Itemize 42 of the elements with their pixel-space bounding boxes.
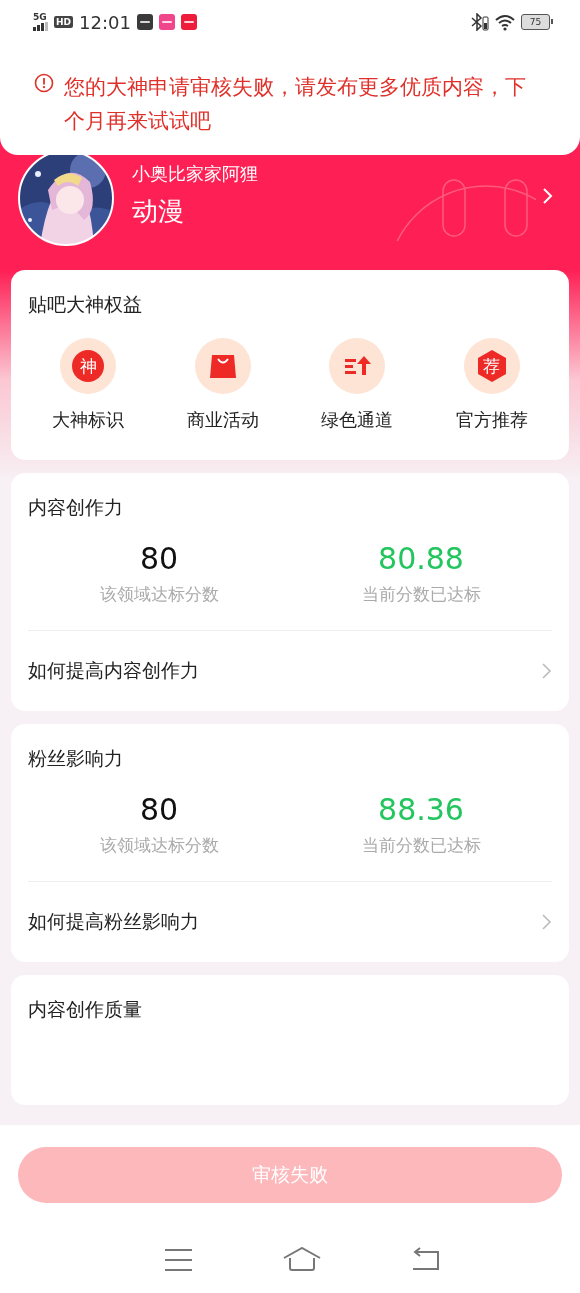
chevron-icon	[541, 662, 552, 680]
benefit-label[interactable]: 绿色通道	[321, 408, 394, 432]
icon-glyph: 荐	[482, 355, 502, 377]
warning-icon	[34, 73, 54, 93]
alert-message: 您的大神申请审核失败，请发布更多优质内容，下个月再来试试吧	[64, 74, 527, 135]
score-label: 当前分数已达标	[361, 834, 481, 857]
benefit-label[interactable]: 大神标识	[52, 408, 124, 432]
score-label: 当前分数已达标	[361, 583, 481, 606]
chevron-icon[interactable]	[542, 187, 553, 205]
category-label: 动漫	[132, 195, 185, 228]
benefit-label[interactable]: 商业活动	[186, 408, 259, 432]
score-value: 80	[139, 792, 179, 828]
app-icon	[158, 14, 175, 30]
clock-time: 12:01	[79, 11, 131, 33]
score-value: 88.36	[378, 792, 464, 828]
user-name: 小奥比家家阿狸	[132, 162, 259, 186]
card-title: 贴吧大神权益	[28, 292, 143, 316]
help-link[interactable]: 如何提高粉丝影响力	[28, 882, 552, 962]
bluetooth-icon	[471, 13, 489, 31]
battery-level: 75	[529, 17, 542, 27]
app-icon	[136, 14, 153, 30]
card-title: 粉丝影响力	[28, 746, 124, 770]
home-icon[interactable]	[283, 1247, 321, 1271]
score-label: 该领域达标分数	[99, 834, 219, 857]
seal-icon[interactable]: 神	[60, 338, 116, 394]
card-title: 内容创作力	[28, 495, 124, 519]
icon-glyph: 神	[78, 355, 98, 377]
hd-badge: HD	[54, 16, 73, 28]
signal-icon	[33, 22, 48, 31]
score-value: 80	[139, 541, 179, 577]
network-label: 5G	[33, 13, 48, 22]
chevron-icon	[541, 913, 552, 931]
back-icon[interactable]	[411, 1247, 439, 1271]
card-title: 内容创作质量	[28, 997, 143, 1021]
score-label: 该领域达标分数	[99, 583, 219, 606]
help-link[interactable]: 如何提高内容创作力	[28, 631, 552, 711]
score-value: 80.88	[378, 541, 464, 577]
shopping-bag-icon[interactable]	[194, 338, 251, 394]
wifi-icon	[495, 13, 515, 31]
menu-icon[interactable]	[165, 1247, 193, 1271]
benefit-label[interactable]: 官方推荐	[455, 408, 528, 432]
app-icon	[180, 14, 197, 30]
